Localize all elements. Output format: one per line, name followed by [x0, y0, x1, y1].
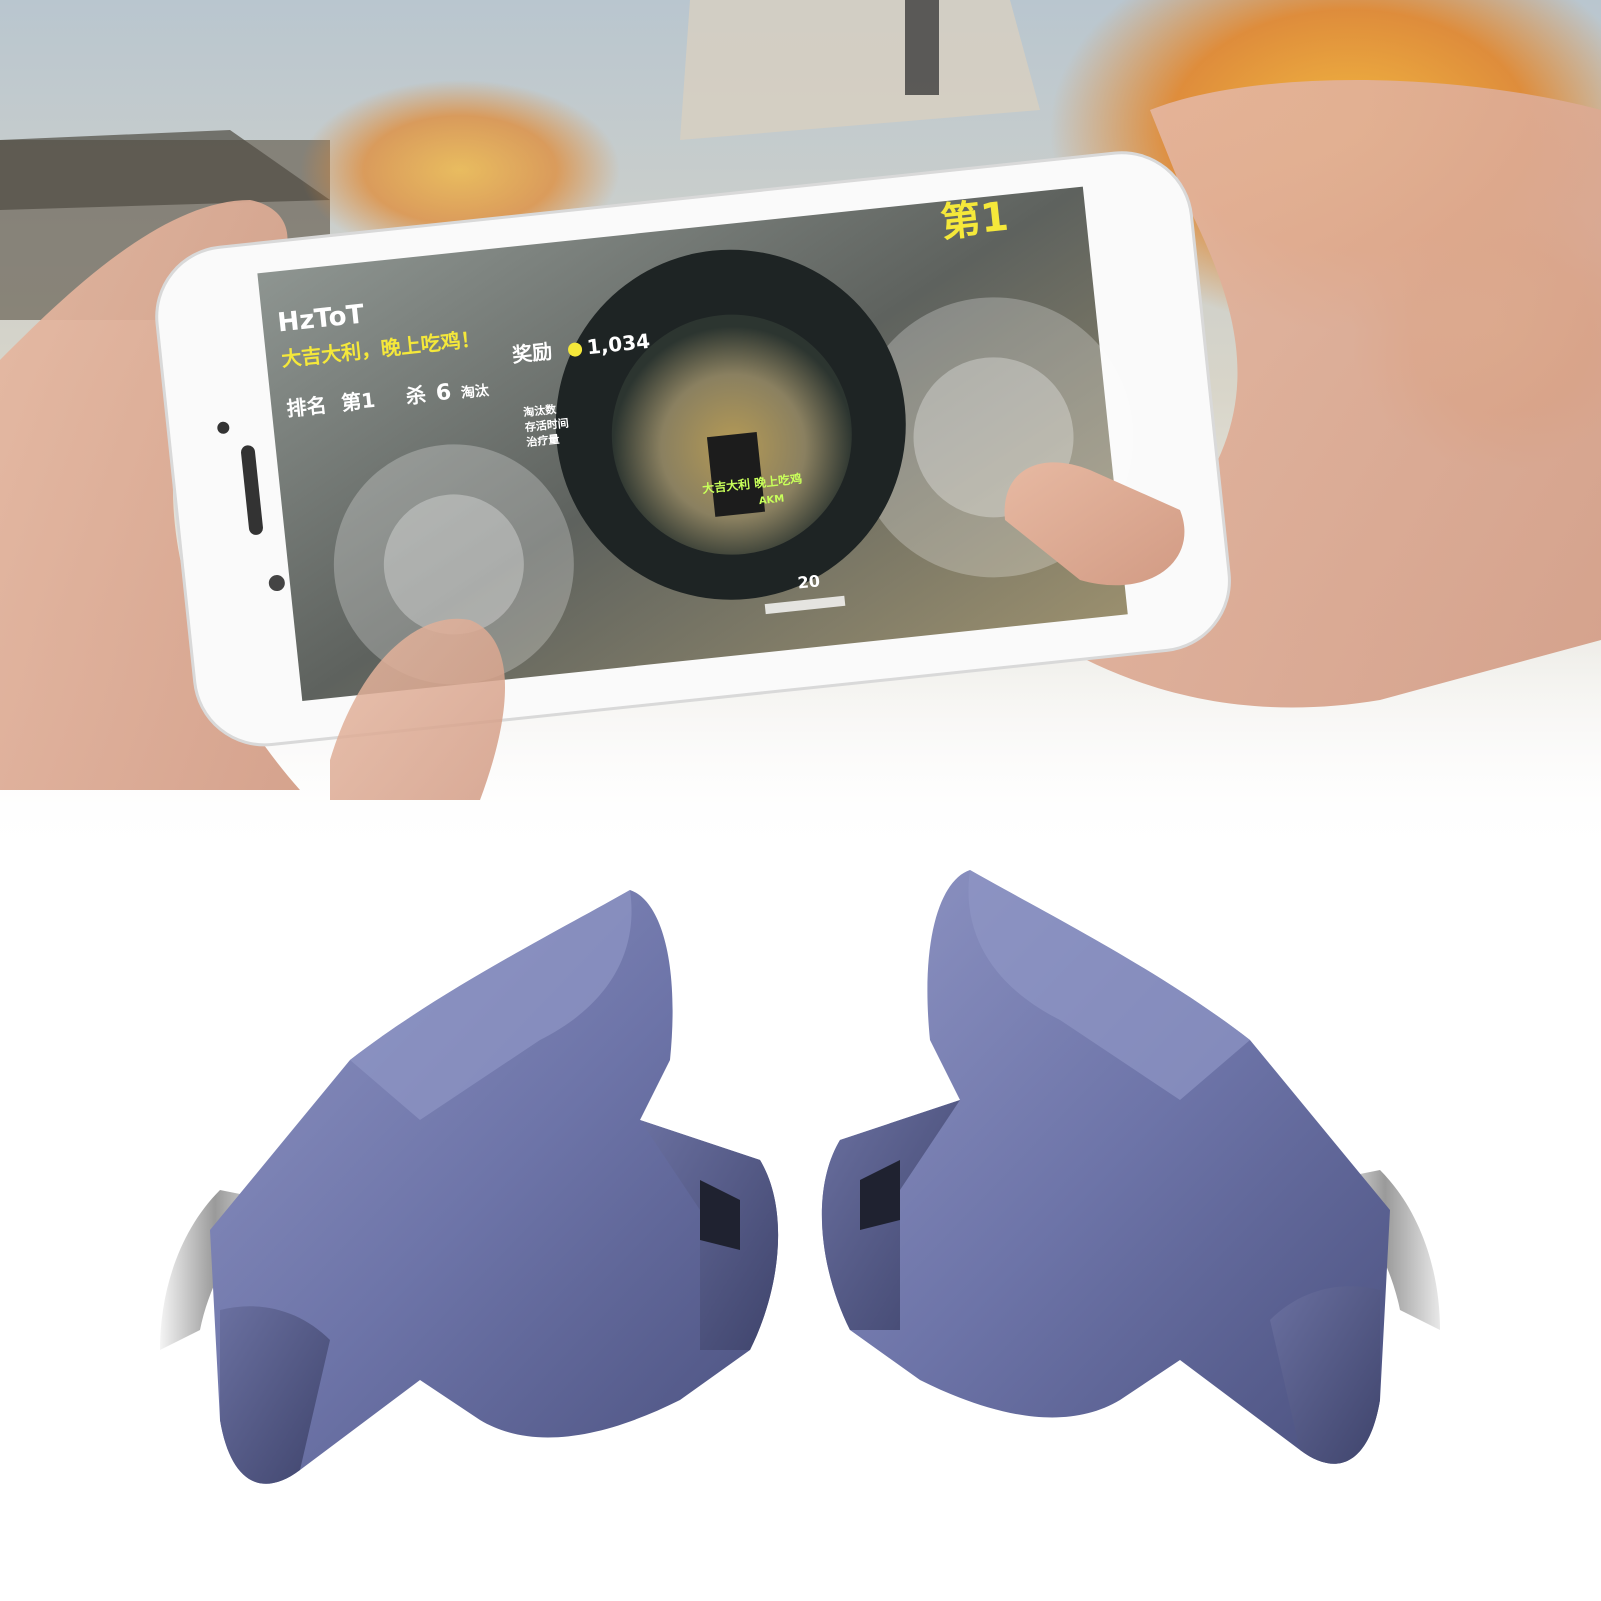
product-photo: HzToT 大吉大利，晚上吃鸡！ 排名 第1 杀 6 淘汰 奖励 1,034 第…	[0, 0, 1601, 1484]
left-trigger-accessory	[160, 890, 779, 1484]
hud-kills-label: 杀	[405, 382, 427, 408]
hud-kills-unit: 淘汰	[460, 382, 491, 402]
hud-rank-badge: 第1	[939, 194, 1011, 247]
right-trigger-accessory	[821, 870, 1440, 1464]
hud-kills-value: 6	[435, 380, 453, 406]
hud-rank-label: 排名	[285, 393, 327, 421]
hud-ammo: 20	[797, 571, 821, 592]
hud-reward-label: 奖励	[511, 339, 553, 367]
smartphone: HzToT 大吉大利，晚上吃鸡！ 排名 第1 杀 6 淘汰 奖励 1,034 第…	[155, 151, 1231, 747]
hud-rank-value: 第1	[340, 388, 376, 415]
